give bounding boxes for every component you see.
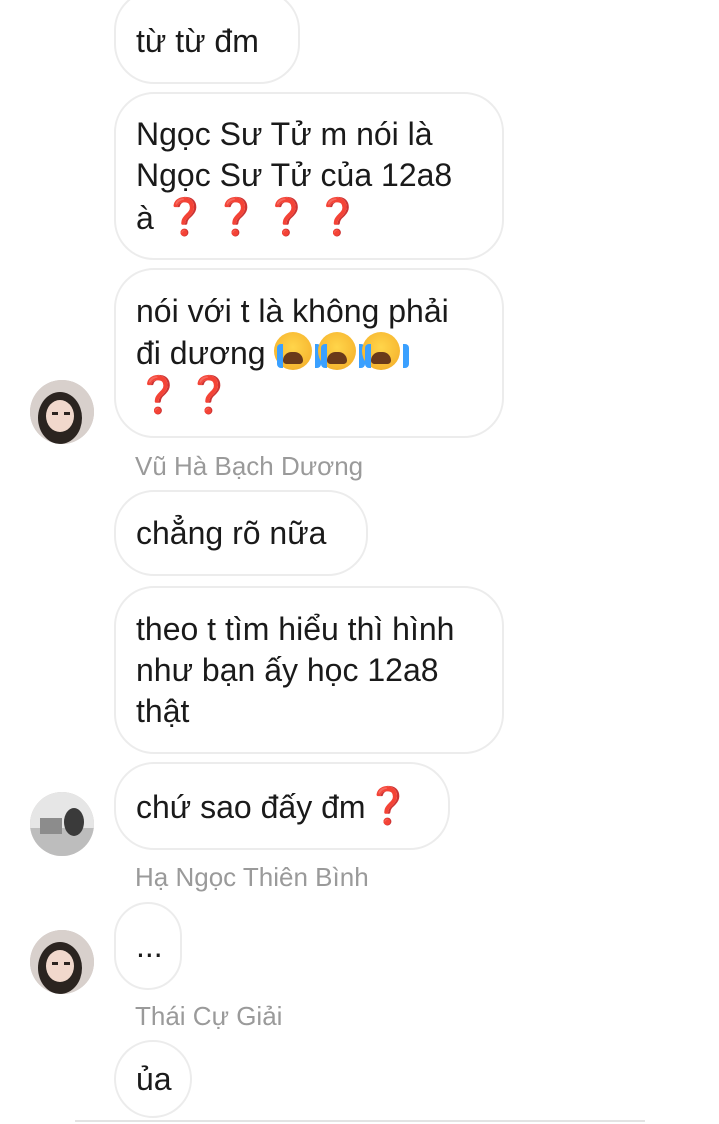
message-text: thật [136,692,190,729]
avatar[interactable] [30,380,94,444]
message-text: Ngọc Sư Tử m nói là [136,115,433,152]
message-bubble[interactable]: chẳng rõ nữa [114,490,368,576]
avatar[interactable] [30,792,94,856]
message-text: ủa [136,1060,172,1097]
avatar-photo-icon [30,930,94,994]
message-bubble[interactable]: theo t tìm hiểu thì hình như bạn ấy học … [114,586,504,754]
message-text-line: đi dương [136,332,482,374]
message-bubble[interactable]: nói với t là không phải đi dương ❓❓ [114,268,504,438]
message-text: như bạn ấy học 12a8 [136,651,439,688]
avatar-photo-icon [30,792,94,856]
message-bubble[interactable]: ủa [114,1040,192,1118]
message-text: chẳng rõ nữa [136,514,327,551]
question-mark-icon: ❓ [365,784,417,826]
loudly-crying-face-icon [362,332,410,370]
sender-name: Thái Cự Giải [135,1001,283,1031]
message-text-line: à ❓❓❓❓ [136,196,482,239]
message-text-line: chứ sao đấy đm❓ [136,785,428,828]
message-text: à [136,199,154,236]
message-text: ... [136,927,163,964]
loudly-crying-face-icon [274,332,322,370]
message-text: Ngọc Sư Tử của 12a8 [136,156,453,193]
message-text: từ từ đm [136,22,259,59]
avatar[interactable] [30,930,94,994]
message-bubble[interactable]: chứ sao đấy đm❓ [114,762,450,850]
sender-name: Hạ Ngọc Thiên Bình [135,862,369,892]
avatar-photo-icon [30,380,94,444]
message-text: theo t tìm hiểu thì hình [136,610,455,647]
message-bubble[interactable]: ... [114,902,182,990]
question-mark-icons: ❓❓❓❓ [162,195,366,237]
sender-name: Vũ Hà Bạch Dương [135,451,364,481]
message-text: đi dương [136,335,266,371]
message-text: nói với t là không phải [136,293,449,329]
question-mark-icons: ❓❓ [136,374,238,415]
loudly-crying-face-icon [318,332,366,370]
message-text: chứ sao đấy đm [136,788,366,825]
message-bubble[interactable]: từ từ đm [114,0,300,84]
message-bubble[interactable]: Ngọc Sư Tử m nói là Ngọc Sư Tử của 12a8 … [114,92,504,260]
divider [75,1120,645,1122]
